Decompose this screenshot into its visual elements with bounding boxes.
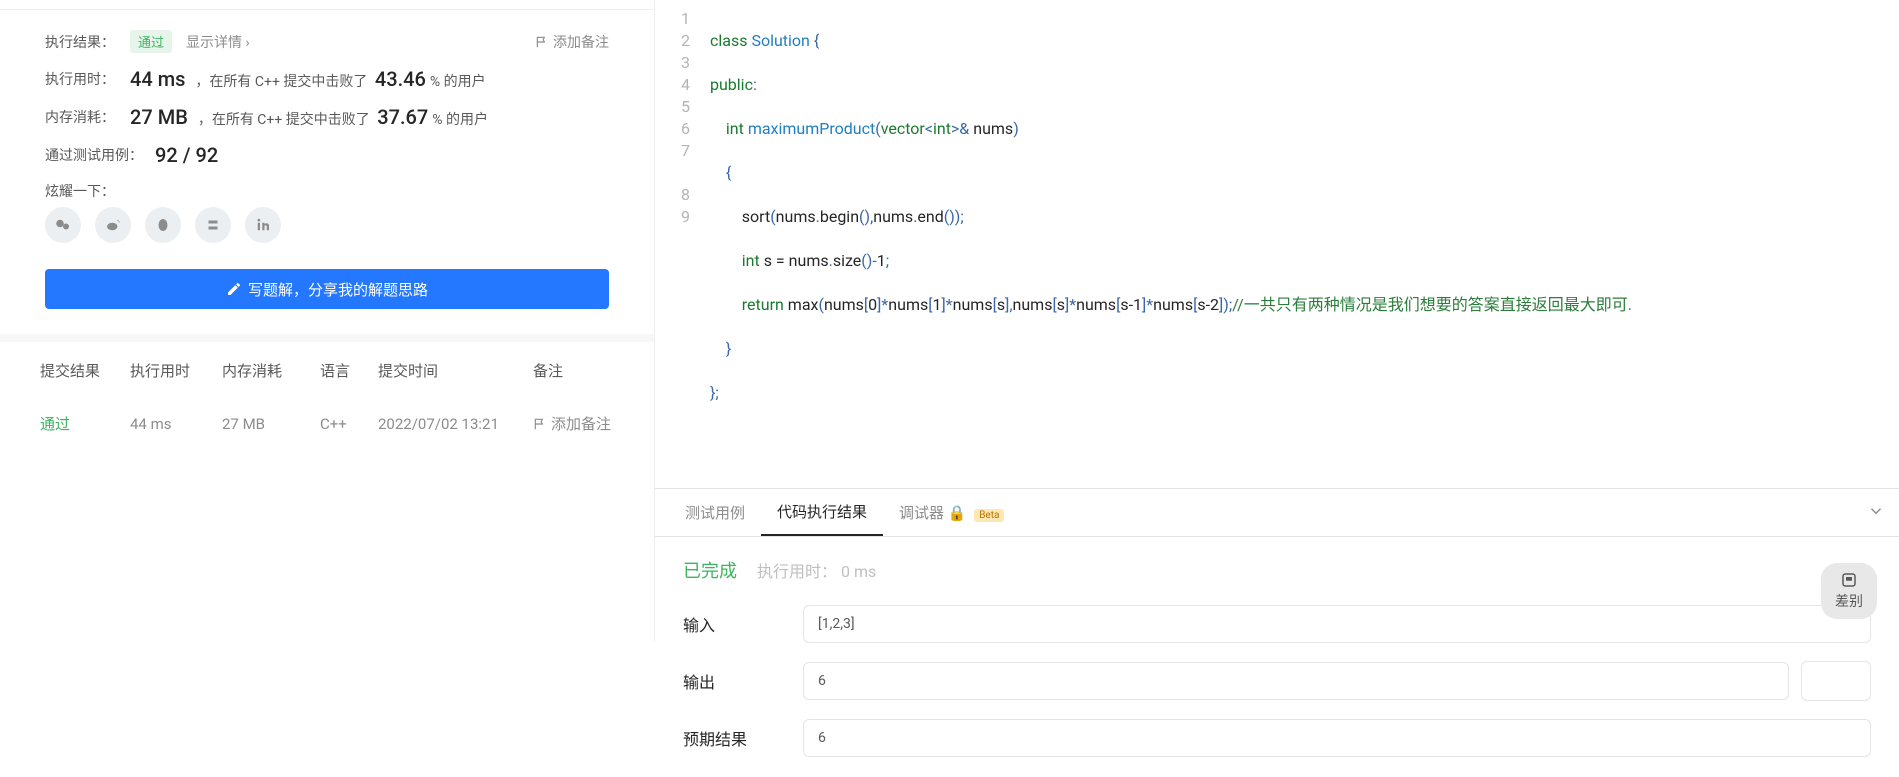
wechat-icon[interactable]: [45, 207, 81, 243]
write-solution-button[interactable]: 写题解，分享我的解题思路: [45, 269, 609, 309]
line-gutter: 1 2 3 4 5 6 7 8 9: [655, 8, 710, 448]
douban-icon[interactable]: [195, 207, 231, 243]
cases-value: 92 / 92: [155, 143, 218, 167]
pencil-icon: [226, 281, 242, 297]
diff-icon: [1840, 571, 1858, 589]
flag-icon: [535, 35, 549, 49]
add-note-row[interactable]: 添加备注: [533, 413, 611, 434]
share-label: 炫耀一下：: [45, 181, 130, 201]
output-label: 输出: [683, 669, 803, 693]
tab-result[interactable]: 代码执行结果: [761, 489, 883, 536]
linkedin-icon[interactable]: [245, 207, 281, 243]
input-box[interactable]: [1,2,3]: [803, 605, 1871, 643]
add-note-link[interactable]: 添加备注: [535, 32, 609, 52]
left-panel: 执行结果： 通过 显示详情 › 添加备注 执行用时： 44 ms ，在所有 C+…: [0, 0, 655, 641]
code-editor[interactable]: 1 2 3 4 5 6 7 8 9 class Solution { publi…: [655, 0, 1899, 448]
right-panel: 1 2 3 4 5 6 7 8 9 class Solution { publi…: [655, 0, 1899, 641]
left-tabs: [0, 0, 654, 10]
code-content: class Solution { public: int maximumProd…: [710, 8, 1899, 448]
mem-value: 27 MB: [130, 105, 188, 129]
result-label: 执行结果：: [45, 32, 130, 52]
console-tabs: 测试用例 代码执行结果 调试器 🔒 Beta: [655, 489, 1899, 537]
table-row[interactable]: 通过 44 ms 27 MB C++ 2022/07/02 13:21 添加备注: [40, 399, 614, 448]
mem-label: 内存消耗：: [45, 107, 130, 127]
chevron-down-icon[interactable]: [1867, 502, 1885, 524]
output-box: 6: [803, 662, 1789, 700]
qq-icon[interactable]: [145, 207, 181, 243]
history-header: 提交结果 执行用时 内存消耗 语言 提交时间 备注: [40, 360, 614, 399]
result-card: 执行结果： 通过 显示详情 › 添加备注 执行用时： 44 ms ，在所有 C+…: [0, 10, 654, 342]
submission-history: 提交结果 执行用时 内存消耗 语言 提交时间 备注 通过 44 ms 27 MB…: [0, 342, 654, 448]
cases-label: 通过测试用例：: [45, 145, 155, 165]
diff-button[interactable]: 差别: [1821, 563, 1877, 619]
status-badge: 通过: [130, 30, 172, 53]
tab-debugger[interactable]: 调试器 🔒 Beta: [883, 490, 1020, 535]
lock-icon: 🔒: [948, 504, 967, 522]
flag-icon: [533, 417, 547, 431]
show-details-link[interactable]: 显示详情 ›: [186, 32, 250, 52]
share-icons: [45, 207, 609, 243]
input-label: 输入: [683, 612, 803, 636]
expected-box: 6: [803, 719, 1871, 757]
console-body: 已完成 执行用时： 0 ms 输入 [1,2,3] 输出 6 预期结果 6: [655, 537, 1899, 777]
time-label: 执行用时：: [45, 69, 130, 89]
expected-label: 预期结果: [683, 726, 803, 750]
output-extra-box: [1801, 661, 1871, 701]
weibo-icon[interactable]: [95, 207, 131, 243]
time-value: 44 ms: [130, 67, 185, 91]
console: 测试用例 代码执行结果 调试器 🔒 Beta 已完成 执行用时： 0 ms 输入…: [655, 488, 1899, 777]
tab-testcases[interactable]: 测试用例: [669, 490, 761, 535]
done-label: 已完成: [683, 557, 737, 583]
